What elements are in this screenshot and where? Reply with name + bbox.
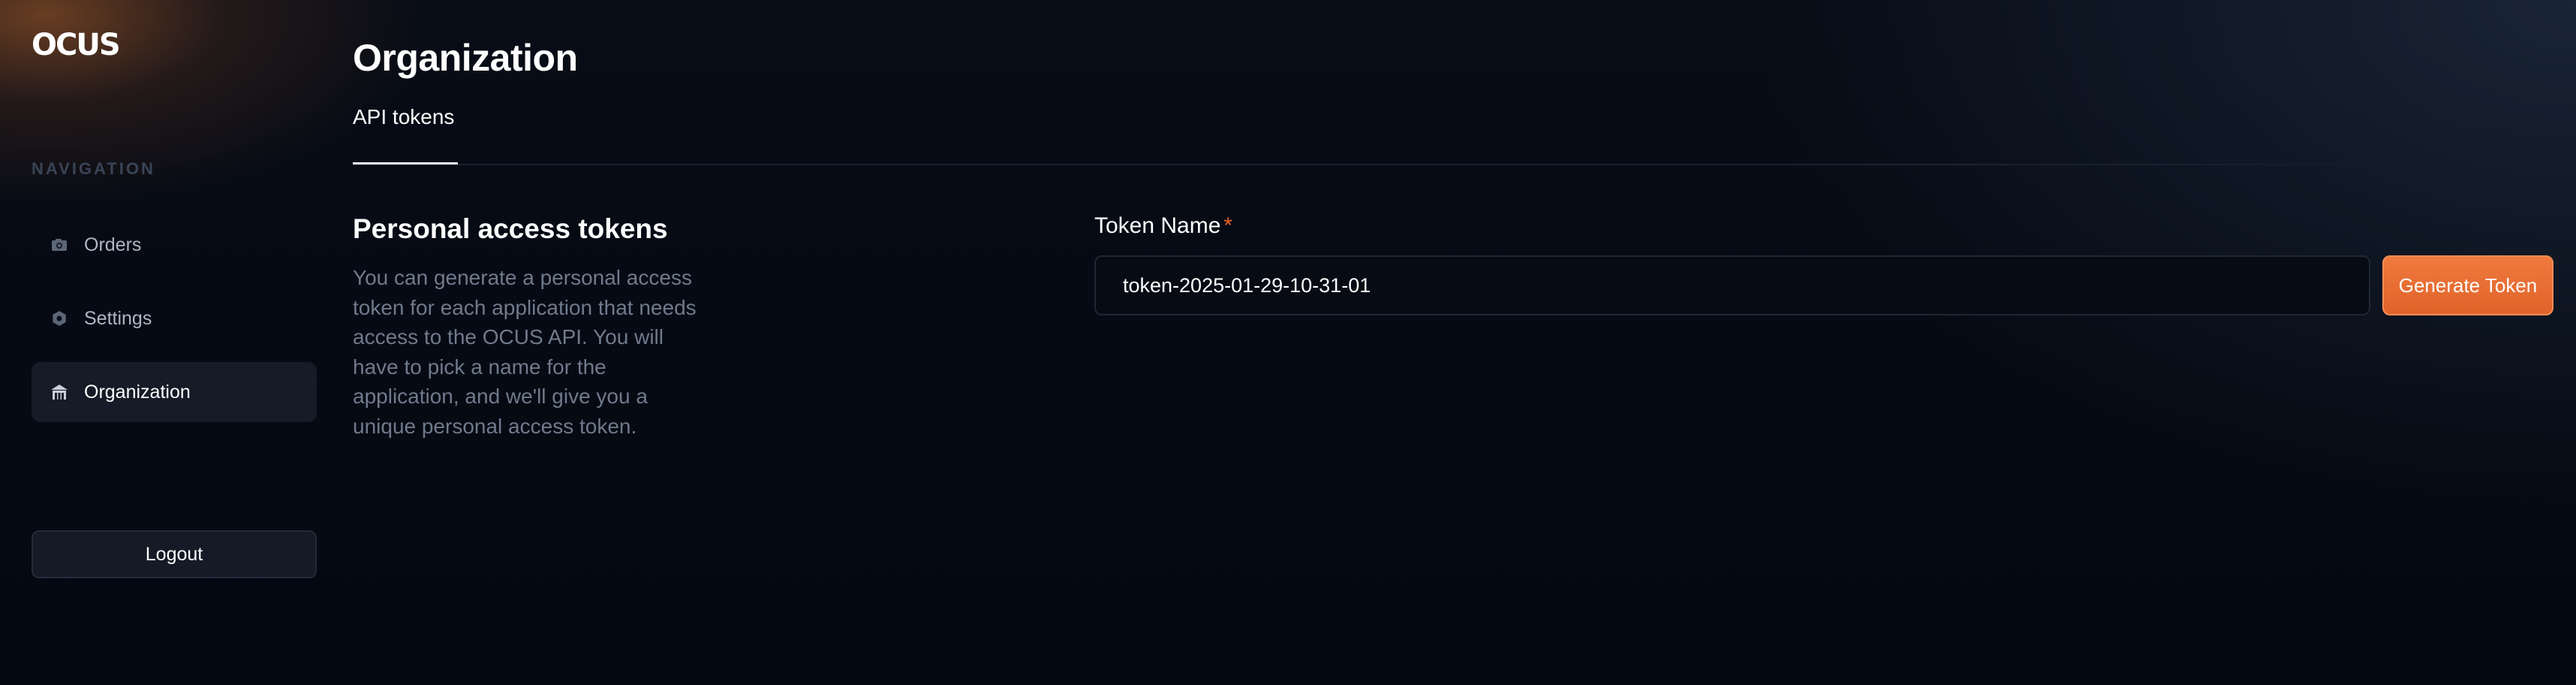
token-name-input[interactable] <box>1094 255 2370 315</box>
required-marker: * <box>1223 213 1233 238</box>
token-name-label: Token Name * <box>1094 213 1232 239</box>
page-title: Organization <box>353 37 578 79</box>
sidebar-item-organization[interactable]: Organization <box>32 362 317 422</box>
logout-button[interactable]: Logout <box>32 530 317 578</box>
app-window: OCUS NAVIGATION Orders Settings Organiza… <box>0 0 2576 685</box>
sidebar-item-label: Settings <box>84 307 152 329</box>
active-tab-indicator <box>353 162 458 164</box>
ocus-logo[interactable]: OCUS <box>32 28 121 62</box>
tabs-divider <box>353 164 2462 165</box>
sidebar-item-label: Organization <box>84 381 191 403</box>
section-description: You can generate a personal access token… <box>353 266 697 438</box>
token-name-label-text: Token Name <box>1094 213 1221 238</box>
sidebar-item-label: Orders <box>84 234 142 255</box>
sidebar-item-settings[interactable]: Settings <box>32 288 317 349</box>
sidebar: OCUS NAVIGATION Orders Settings Organiza… <box>0 0 323 685</box>
section-title: Personal access tokens <box>353 213 668 244</box>
sidebar-item-orders[interactable]: Orders <box>32 215 317 275</box>
tab-api-tokens[interactable]: API tokens <box>353 105 454 165</box>
building-icon <box>50 382 69 402</box>
gear-icon <box>50 309 69 328</box>
generate-token-button[interactable]: Generate Token <box>2382 255 2553 315</box>
nav-heading: NAVIGATION <box>32 159 155 178</box>
camera-icon <box>50 235 69 255</box>
